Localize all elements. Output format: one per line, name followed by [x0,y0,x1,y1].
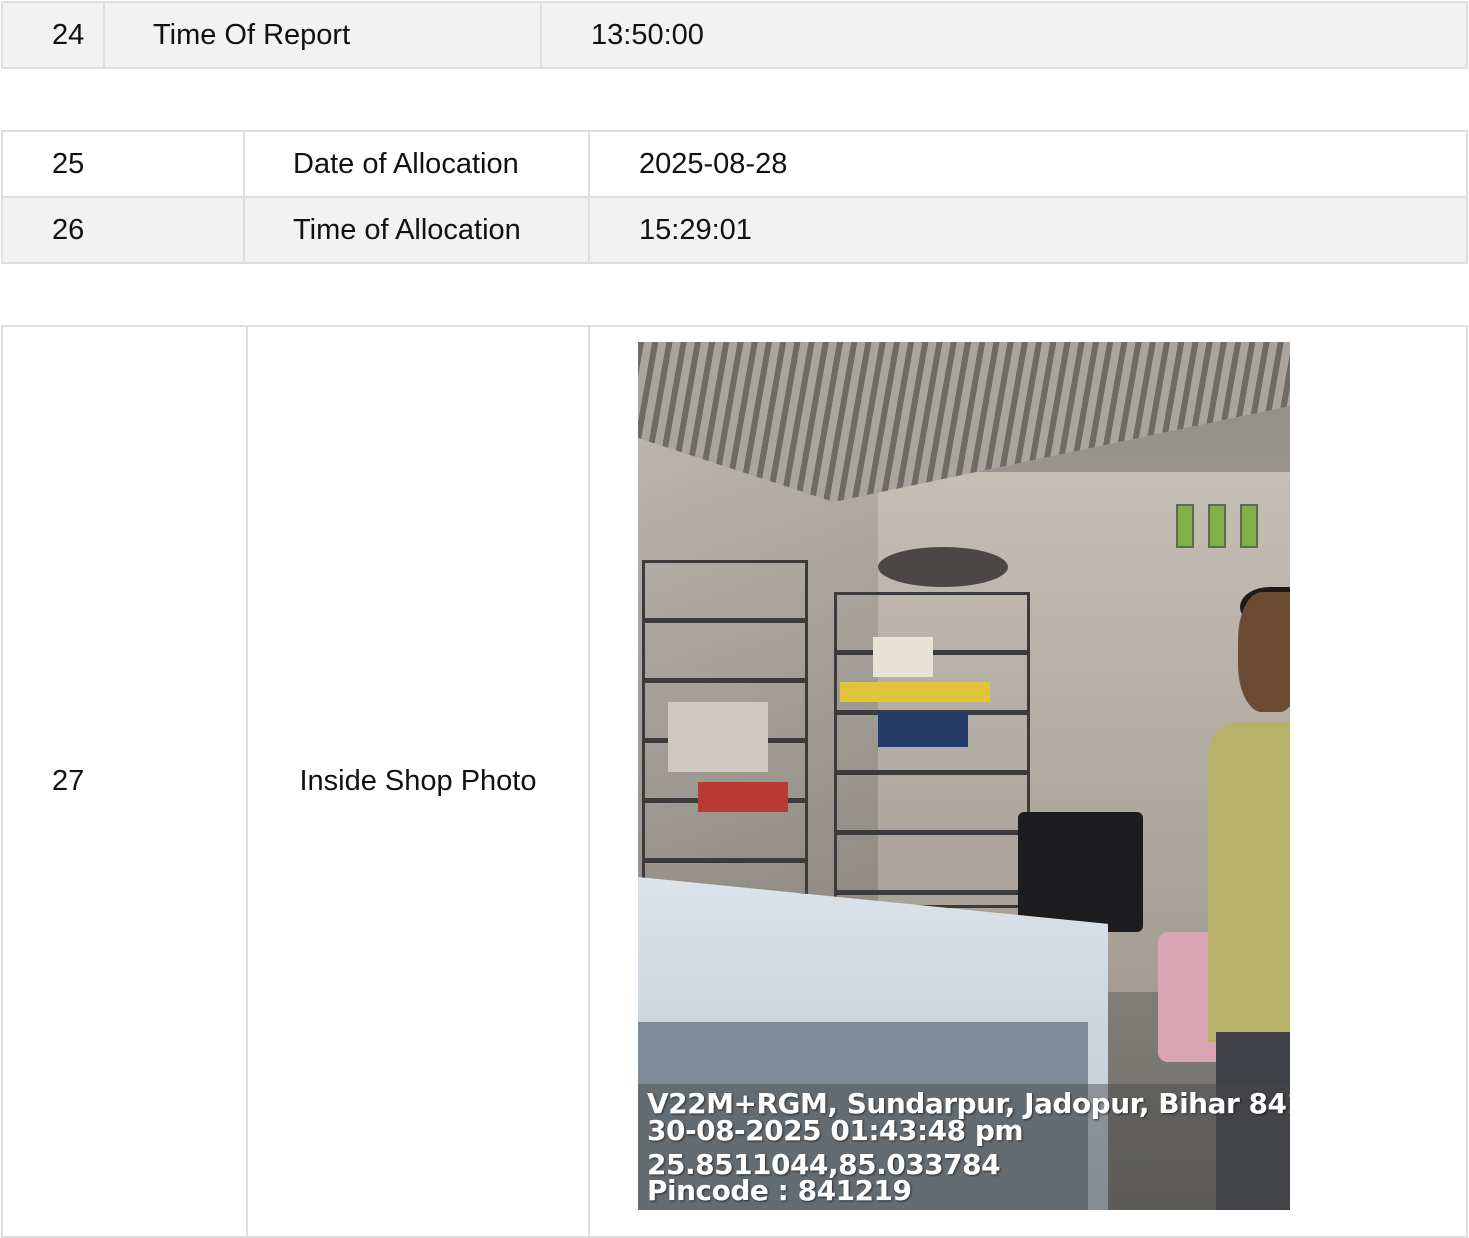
photo-box [668,702,768,772]
table-row: 25 Date of Allocation 2025-08-28 [1,130,1468,198]
row-value: 2025-08-28 [588,130,1468,198]
photo-box [840,682,990,702]
photo-tire [878,547,1008,587]
table-row: 26 Time of Allocation 15:29:01 [1,196,1468,264]
photo-box [878,712,968,747]
row-number: 24 [1,1,105,69]
table-row: 24 Time Of Report 13:50:00 [1,1,1468,69]
report-time-table: 24 Time Of Report 13:50:00 [1,1,1468,69]
allocation-table: 25 Date of Allocation 2025-08-28 26 Time… [1,130,1468,264]
inside-shop-photo[interactable]: V22M+RGM, Sundarpur, Jadopur, Bihar 8412… [638,342,1290,1210]
row-label: Inside Shop Photo [246,325,590,1238]
row-number: 27 [1,325,248,1238]
row-label: Time of Allocation [243,196,590,264]
row-value: 13:50:00 [540,1,1468,69]
row-value: 15:29:01 [588,196,1468,264]
geotag-datetime: 30-08-2025 01:43:48 pm [647,1114,1024,1147]
photo-cell: V22M+RGM, Sundarpur, Jadopur, Bihar 8412… [588,325,1468,1238]
row-number: 25 [1,130,245,198]
row-number: 26 [1,196,245,264]
photo-vent-windows [1176,504,1272,556]
row-label: Time Of Report [103,1,542,69]
shop-photo-table: 27 Inside Shop Photo V22M+RGM, Sundarpur… [1,325,1468,1238]
photo-chair [1018,812,1143,932]
geotag-pincode: Pincode : 841219 [647,1174,912,1207]
photo-box [698,782,788,812]
row-label: Date of Allocation [243,130,590,198]
photo-box [873,637,933,677]
table-row: 27 Inside Shop Photo V22M+RGM, Sundarpur… [1,325,1468,1238]
